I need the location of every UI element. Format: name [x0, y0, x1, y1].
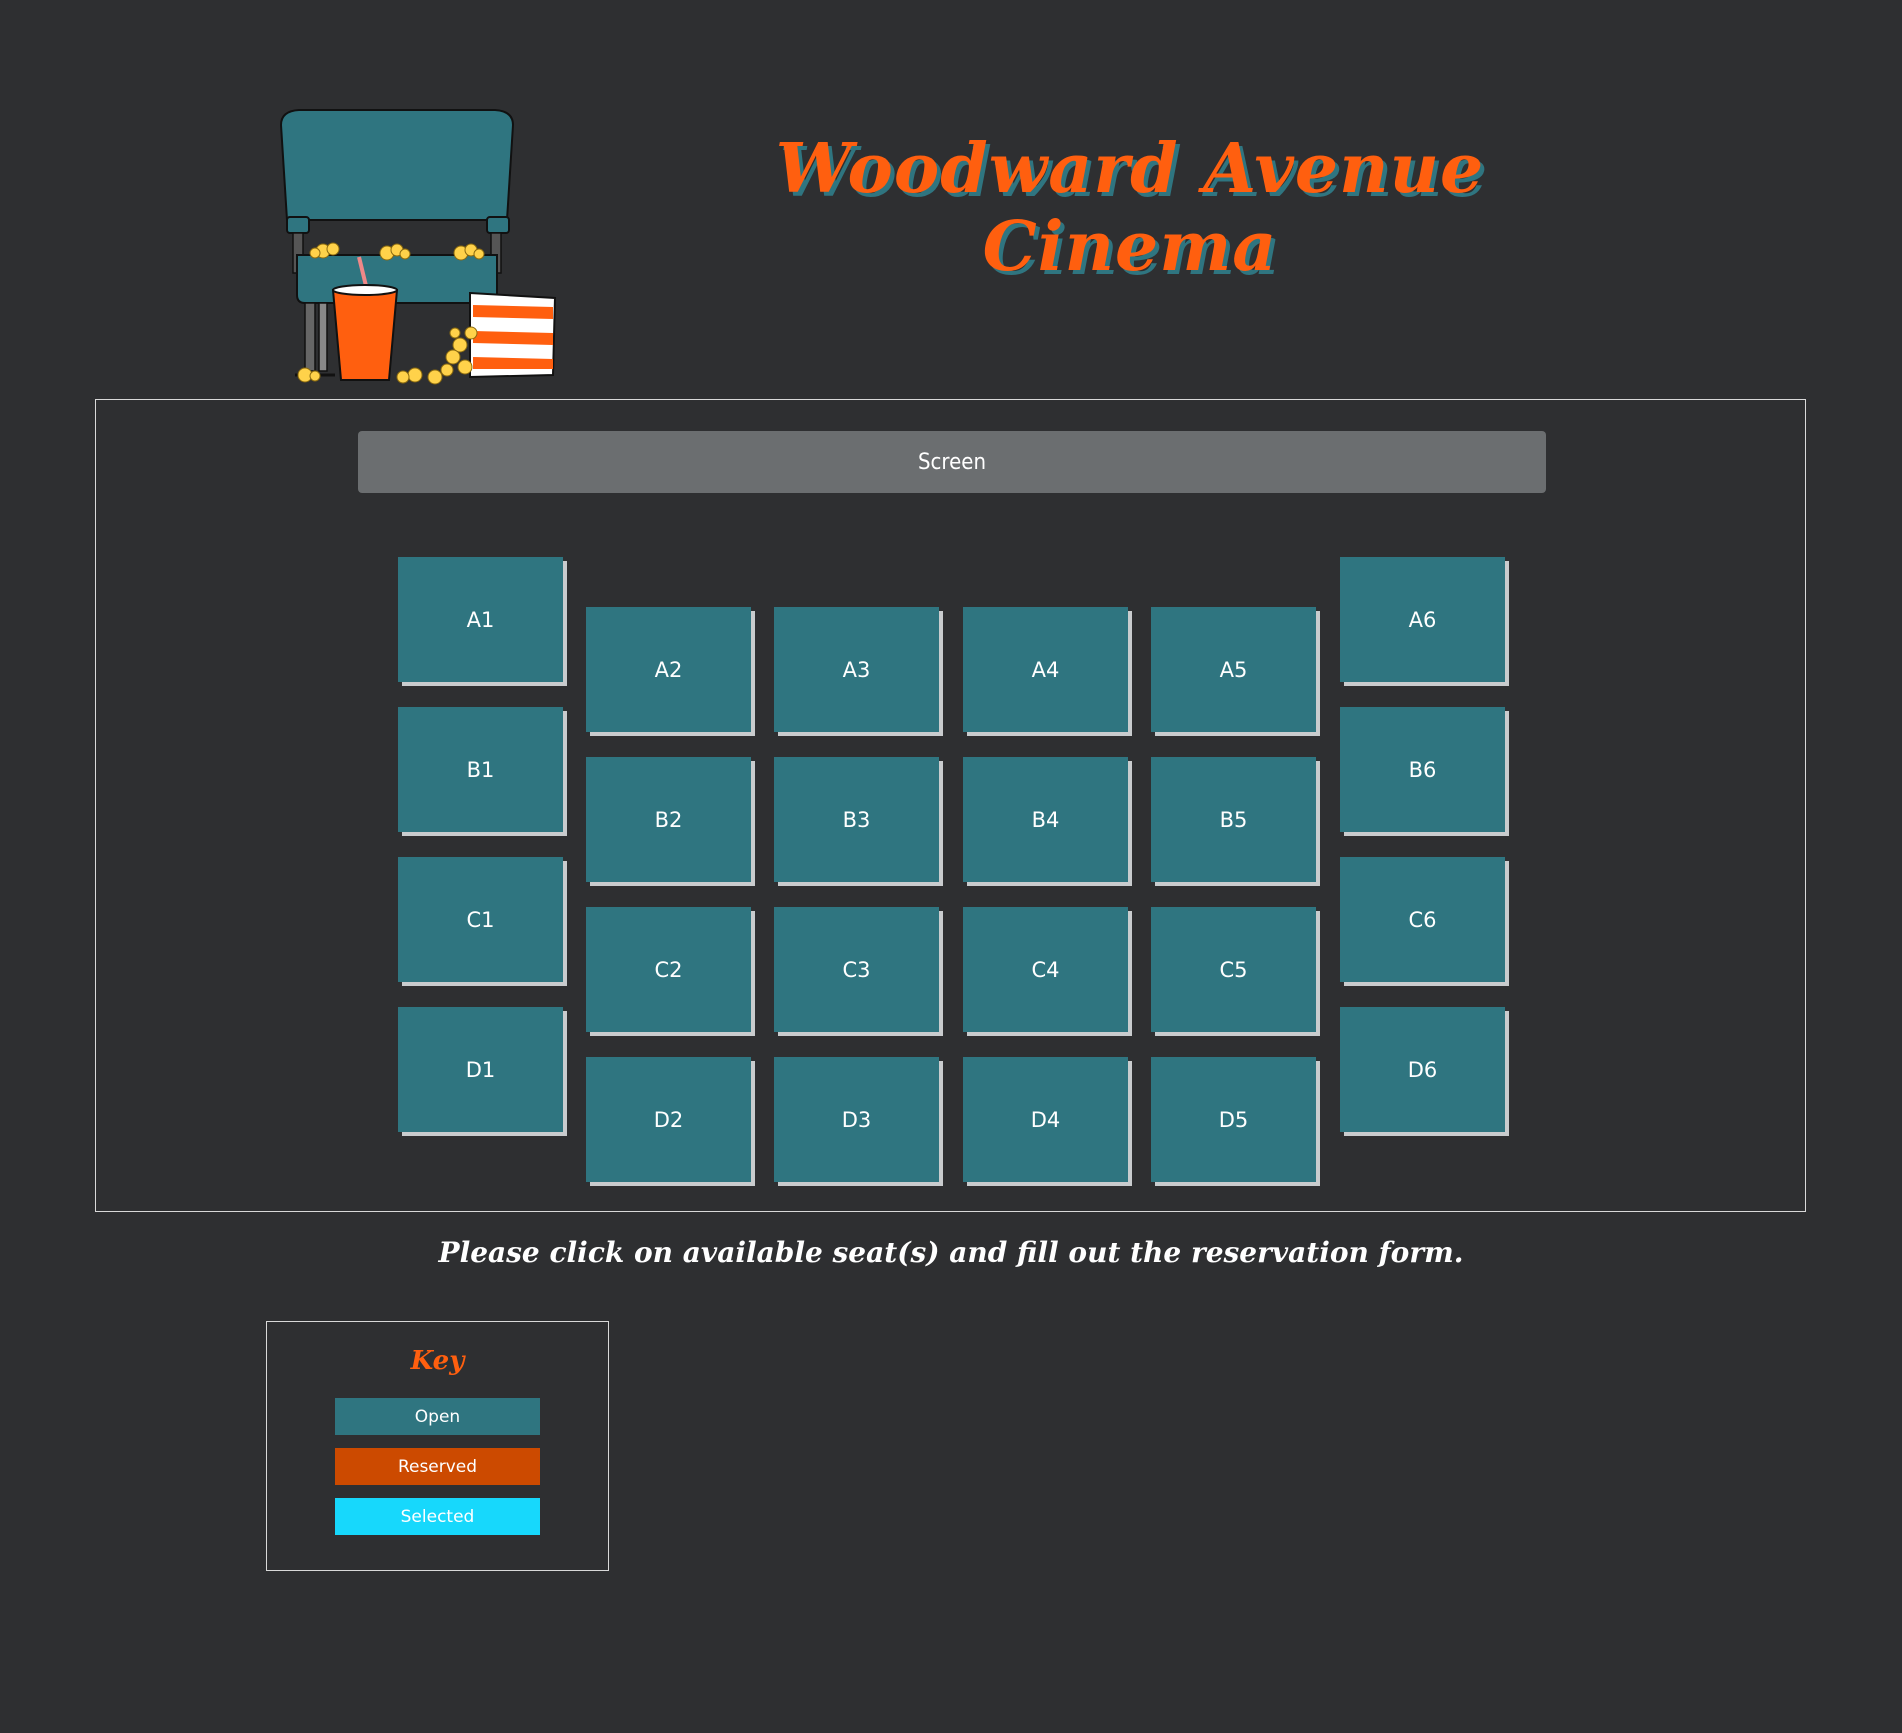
seat-key: Key Open Reserved Selected — [266, 1321, 609, 1571]
cinema-seat-popcorn-icon — [279, 109, 557, 385]
seat-c2[interactable]: C2 — [586, 907, 751, 1032]
seat-c4[interactable]: C4 — [963, 907, 1128, 1032]
seat-a6[interactable]: A6 — [1340, 557, 1505, 682]
seat-b3[interactable]: B3 — [774, 757, 939, 882]
key-title: Key — [410, 1346, 465, 1376]
seat-a3[interactable]: A3 — [774, 607, 939, 732]
seating-chart: Screen A1 A2 A3 A4 A5 A6 B1 B2 B3 B4 B5 … — [95, 399, 1806, 1212]
seat-b6[interactable]: B6 — [1340, 707, 1505, 832]
seat-b5[interactable]: B5 — [1151, 757, 1316, 882]
page-title: Woodward Avenue Cinema — [690, 130, 1570, 286]
seat-c1[interactable]: C1 — [398, 857, 563, 982]
key-item-selected: Selected — [335, 1498, 540, 1535]
seat-d1[interactable]: D1 — [398, 1007, 563, 1132]
seat-b2[interactable]: B2 — [586, 757, 751, 882]
key-item-reserved: Reserved — [335, 1448, 540, 1485]
seat-d3[interactable]: D3 — [774, 1057, 939, 1182]
movie-screen: Screen — [358, 431, 1546, 493]
instruction-text: Please click on available seat(s) and fi… — [438, 1236, 1464, 1269]
seat-a4[interactable]: A4 — [963, 607, 1128, 732]
seat-a5[interactable]: A5 — [1151, 607, 1316, 732]
seat-b1[interactable]: B1 — [398, 707, 563, 832]
seat-c3[interactable]: C3 — [774, 907, 939, 1032]
seat-d5[interactable]: D5 — [1151, 1057, 1316, 1182]
seat-b4[interactable]: B4 — [963, 757, 1128, 882]
seat-d4[interactable]: D4 — [963, 1057, 1128, 1182]
title-line-2: Cinema — [982, 207, 1278, 287]
seat-c5[interactable]: C5 — [1151, 907, 1316, 1032]
seat-d2[interactable]: D2 — [586, 1057, 751, 1182]
title-line-1: Woodward Avenue — [775, 129, 1485, 209]
seat-d6[interactable]: D6 — [1340, 1007, 1505, 1132]
seat-a2[interactable]: A2 — [586, 607, 751, 732]
seat-c6[interactable]: C6 — [1340, 857, 1505, 982]
key-item-open: Open — [335, 1398, 540, 1435]
seat-a1[interactable]: A1 — [398, 557, 563, 682]
